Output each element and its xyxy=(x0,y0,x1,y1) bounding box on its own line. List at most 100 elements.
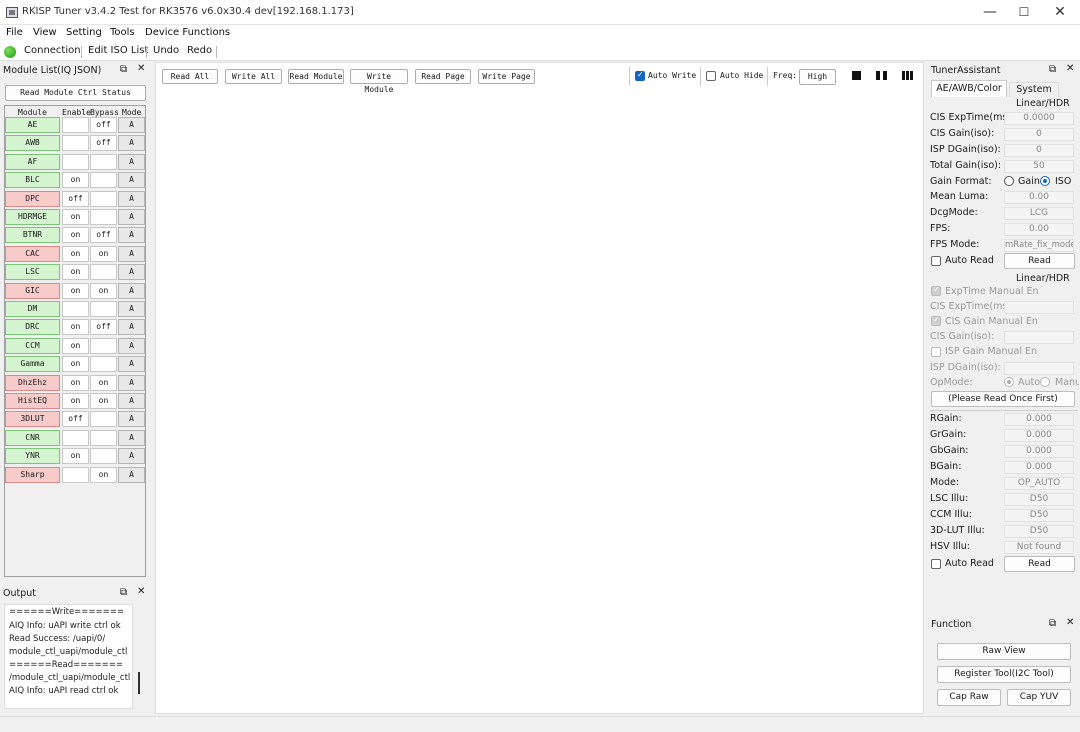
connection-button[interactable]: Connection xyxy=(24,45,81,56)
enable-cell[interactable]: on xyxy=(62,375,89,391)
module-name-cell[interactable]: AF xyxy=(5,154,60,170)
float-icon[interactable]: ⧉ xyxy=(1049,618,1056,629)
mode-cell[interactable]: A xyxy=(118,393,145,409)
close-button[interactable]: ✕ xyxy=(1046,3,1074,21)
auto-write-checkbox[interactable] xyxy=(635,70,645,81)
enable-cell[interactable] xyxy=(62,117,89,133)
bypass-cell[interactable] xyxy=(90,430,117,446)
bypass-cell[interactable]: on xyxy=(90,283,117,299)
bypass-cell[interactable]: off xyxy=(90,227,117,243)
enable-cell[interactable]: on xyxy=(62,319,89,335)
exptime-manual-checkbox[interactable] xyxy=(931,285,941,296)
write-all-button[interactable]: Write All xyxy=(225,69,282,84)
float-icon[interactable]: ⧉ xyxy=(120,64,127,75)
bypass-cell[interactable] xyxy=(90,411,117,427)
module-name-cell[interactable]: Sharp xyxy=(5,467,60,483)
enable-cell[interactable]: on xyxy=(62,246,89,262)
cis-gain-manual-checkbox[interactable] xyxy=(931,315,941,326)
maximize-button[interactable]: ☐ xyxy=(1010,3,1038,21)
mode-cell[interactable]: A xyxy=(118,191,145,207)
enable-cell[interactable]: on xyxy=(62,209,89,225)
layout-single-icon[interactable] xyxy=(852,71,861,80)
module-name-cell[interactable]: BTNR xyxy=(5,227,60,243)
edit-iso-list-button[interactable]: Edit ISO List xyxy=(88,45,148,56)
tab-ae-awb-color[interactable]: AE/AWB/Color xyxy=(931,80,1007,97)
module-name-cell[interactable]: CAC xyxy=(5,246,60,262)
mode-cell[interactable]: A xyxy=(118,117,145,133)
cap-raw-button[interactable]: Cap Raw xyxy=(937,689,1001,706)
enable-cell[interactable] xyxy=(62,154,89,170)
read-page-button[interactable]: Read Page xyxy=(415,69,471,84)
write-page-button[interactable]: Write Page xyxy=(478,69,535,84)
output-log[interactable]: ======Write======= AIQ Info: uAPI write … xyxy=(4,604,133,709)
bypass-cell[interactable]: on xyxy=(90,375,117,391)
bypass-cell[interactable] xyxy=(90,154,117,170)
read-module-button[interactable]: Read Module xyxy=(288,69,344,84)
bypass-cell[interactable] xyxy=(90,338,117,354)
write-module-button[interactable]: Write Module xyxy=(350,69,408,94)
mode-cell[interactable]: A xyxy=(118,283,145,299)
isp-gain-manual-checkbox[interactable] xyxy=(931,347,941,357)
bypass-cell[interactable]: on xyxy=(90,467,117,483)
enable-cell[interactable] xyxy=(62,301,89,317)
close-icon[interactable]: ✕ xyxy=(137,586,145,597)
mode-cell[interactable]: A xyxy=(118,430,145,446)
mode-cell[interactable]: A xyxy=(118,411,145,427)
menu-device-functions[interactable]: Device Functions xyxy=(145,27,230,38)
bypass-cell[interactable]: off xyxy=(90,319,117,335)
close-icon[interactable]: ✕ xyxy=(1066,617,1074,628)
isp-dgain-input[interactable] xyxy=(1004,362,1074,375)
auto-read-checkbox[interactable] xyxy=(931,256,941,266)
bypass-cell[interactable]: on xyxy=(90,393,117,409)
tab-system[interactable]: System xyxy=(1009,82,1059,97)
mode-cell[interactable]: A xyxy=(118,209,145,225)
close-icon[interactable]: ✕ xyxy=(1066,63,1074,74)
module-name-cell[interactable]: YNR xyxy=(5,448,60,464)
freq-select[interactable]: High xyxy=(799,69,836,85)
menu-view[interactable]: View xyxy=(33,27,57,38)
mode-cell[interactable]: A xyxy=(118,338,145,354)
auto-hide-checkbox[interactable] xyxy=(706,71,716,81)
layout-double-icon[interactable] xyxy=(876,71,880,80)
mode-cell[interactable]: A xyxy=(118,356,145,372)
cis-exptime-input[interactable] xyxy=(1004,301,1074,314)
module-name-cell[interactable]: DPC xyxy=(5,191,60,207)
module-name-cell[interactable]: AWB xyxy=(5,135,60,151)
output-scrollbar[interactable] xyxy=(138,672,140,694)
gain-radio[interactable] xyxy=(1004,176,1014,186)
read-all-button[interactable]: Read All xyxy=(162,69,218,84)
module-name-cell[interactable]: CCM xyxy=(5,338,60,354)
enable-cell[interactable]: on xyxy=(62,283,89,299)
enable-cell[interactable]: on xyxy=(62,338,89,354)
module-name-cell[interactable]: AE xyxy=(5,117,60,133)
mode-cell[interactable]: A xyxy=(118,227,145,243)
auto-read-checkbox-2[interactable] xyxy=(931,559,941,569)
module-name-cell[interactable]: Gamma xyxy=(5,356,60,372)
enable-cell[interactable]: on xyxy=(62,393,89,409)
redo-button[interactable]: Redo xyxy=(187,45,212,56)
module-name-cell[interactable]: CNR xyxy=(5,430,60,446)
module-name-cell[interactable]: DM xyxy=(5,301,60,317)
mode-cell[interactable]: A xyxy=(118,319,145,335)
enable-cell[interactable]: on xyxy=(62,448,89,464)
bypass-cell[interactable] xyxy=(90,448,117,464)
bypass-cell[interactable] xyxy=(90,172,117,188)
read-button[interactable]: Read xyxy=(1004,253,1075,269)
enable-cell[interactable] xyxy=(62,430,89,446)
mode-cell[interactable]: A xyxy=(118,375,145,391)
opmode-manual-radio[interactable] xyxy=(1040,377,1050,387)
module-name-cell[interactable]: HDRMGE xyxy=(5,209,60,225)
bypass-cell[interactable]: on xyxy=(90,246,117,262)
cap-yuv-button[interactable]: Cap YUV xyxy=(1007,689,1071,706)
read-module-ctrl-status-button[interactable]: Read Module Ctrl Status xyxy=(5,85,146,101)
module-name-cell[interactable]: DhzEhz xyxy=(5,375,60,391)
enable-cell[interactable]: on xyxy=(62,172,89,188)
mode-cell[interactable]: A xyxy=(118,172,145,188)
float-icon[interactable]: ⧉ xyxy=(1049,64,1056,75)
mode-cell[interactable]: A xyxy=(118,467,145,483)
module-name-cell[interactable]: BLC xyxy=(5,172,60,188)
mode-cell[interactable]: A xyxy=(118,448,145,464)
bypass-cell[interactable] xyxy=(90,191,117,207)
opmode-auto-radio[interactable] xyxy=(1004,377,1014,387)
enable-cell[interactable]: on xyxy=(62,264,89,280)
